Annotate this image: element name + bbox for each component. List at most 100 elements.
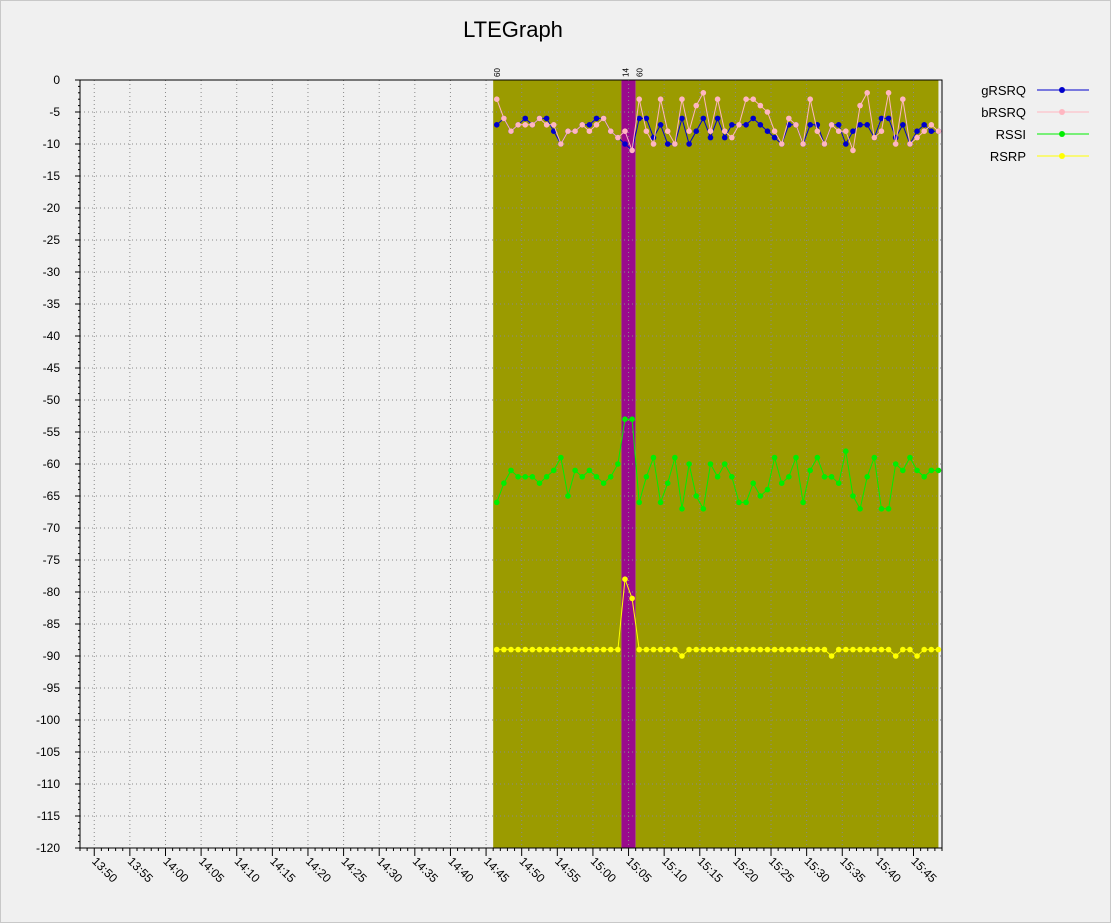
- x-tick-label: 14:25: [338, 854, 369, 885]
- data-point: [636, 499, 643, 506]
- data-point: [750, 646, 757, 653]
- data-point: [743, 122, 749, 128]
- y-tick-label: -60: [43, 457, 61, 471]
- data-point: [914, 653, 920, 659]
- data-point: [907, 646, 913, 653]
- x-tick-label: 14:05: [196, 854, 227, 885]
- data-point: [536, 646, 543, 653]
- data-point: [907, 454, 913, 461]
- data-point: [636, 646, 643, 653]
- data-point: [607, 474, 614, 480]
- data-point: [907, 141, 913, 147]
- x-tick-label: 14:50: [517, 854, 548, 885]
- data-point: [857, 506, 863, 512]
- data-point: [900, 96, 906, 102]
- data-point: [493, 646, 500, 653]
- data-point: [729, 646, 735, 653]
- data-point: [664, 646, 671, 653]
- data-point: [721, 128, 728, 134]
- legend: gRSRQ bRSRQ RSSI RSRP: [981, 83, 1089, 164]
- data-point: [850, 128, 856, 134]
- data-point: [864, 474, 870, 480]
- y-tick-label: -85: [43, 617, 61, 631]
- data-point: [800, 141, 806, 147]
- data-point: [672, 141, 678, 147]
- band-labels: 60 14 60: [493, 68, 644, 77]
- y-tick-label: -15: [43, 169, 61, 183]
- data-point: [821, 141, 828, 147]
- data-point: [493, 96, 500, 102]
- data-point: [885, 115, 892, 122]
- x-tick-label: 15:40: [873, 854, 904, 885]
- data-point: [892, 653, 899, 659]
- data-point: [835, 122, 842, 128]
- x-tick-label: 15:15: [695, 854, 726, 885]
- x-tick-label: 13:55: [125, 854, 156, 885]
- x-tick-label: 15:25: [766, 854, 797, 885]
- data-point: [700, 90, 707, 96]
- data-point: [928, 646, 935, 653]
- data-point: [871, 134, 878, 141]
- data-point: [750, 115, 757, 122]
- data-point: [586, 646, 593, 653]
- data-point: [736, 499, 742, 506]
- data-point: [850, 646, 856, 653]
- data-point: [657, 96, 664, 102]
- data-point: [529, 646, 536, 653]
- data-point: [515, 646, 521, 653]
- data-point: [565, 128, 571, 134]
- data-point: [843, 646, 849, 653]
- data-point: [714, 646, 721, 653]
- data-point: [600, 480, 607, 487]
- data-point: [543, 115, 550, 122]
- y-tick-label: -55: [43, 425, 61, 439]
- data-point: [693, 102, 700, 109]
- data-point: [771, 128, 778, 134]
- data-point: [843, 141, 849, 147]
- x-tick-label: 15:00: [588, 854, 619, 885]
- data-point: [857, 122, 863, 128]
- data-point: [729, 134, 735, 141]
- data-point: [928, 122, 935, 128]
- data-point: [900, 646, 906, 653]
- data-point: [807, 96, 814, 102]
- data-point: [508, 128, 514, 134]
- data-point: [657, 646, 664, 653]
- x-tick-label: 15:45: [908, 854, 939, 885]
- data-point: [622, 141, 628, 147]
- data-point: [821, 474, 828, 480]
- y-tick-label: -75: [43, 553, 61, 567]
- data-point: [593, 474, 600, 480]
- legend-marker-RSRP: [1059, 153, 1065, 159]
- y-tick-label: -105: [36, 745, 60, 759]
- data-point: [501, 646, 507, 653]
- data-point: [686, 128, 692, 134]
- data-point: [914, 128, 920, 134]
- data-point: [778, 141, 785, 147]
- data-point: [493, 499, 500, 506]
- data-point: [501, 115, 507, 122]
- x-tick-label: 14:10: [232, 854, 263, 885]
- data-point: [579, 122, 586, 128]
- band-label-1: 14: [621, 68, 630, 77]
- data-point: [764, 486, 771, 493]
- data-point: [543, 474, 550, 480]
- y-tick-label: -120: [36, 841, 60, 855]
- data-point: [700, 646, 707, 653]
- x-tick-label: 14:20: [303, 854, 334, 885]
- data-point: [843, 448, 849, 455]
- data-point: [579, 474, 586, 480]
- data-point: [629, 595, 635, 602]
- y-tick-label: -40: [43, 329, 61, 343]
- data-point: [558, 141, 564, 147]
- x-tick-label: 13:50: [89, 854, 120, 885]
- y-tick-label: -70: [43, 521, 61, 535]
- data-point: [700, 506, 707, 512]
- data-point: [522, 115, 529, 122]
- data-point: [750, 96, 757, 102]
- data-point: [878, 506, 885, 512]
- data-point: [757, 646, 764, 653]
- y-tick-label: -50: [43, 393, 61, 407]
- data-point: [650, 646, 657, 653]
- data-point: [793, 646, 799, 653]
